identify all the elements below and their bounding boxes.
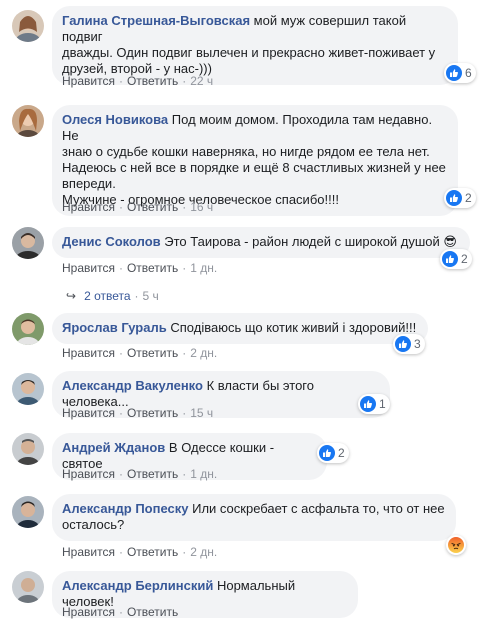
reply-button[interactable]: Ответить <box>127 74 178 88</box>
separator: · <box>182 545 187 559</box>
separator: · <box>182 261 187 275</box>
separator: · <box>182 467 187 481</box>
comment-text: Сподіваюсь що котик живий і здоровий!!! <box>170 320 417 335</box>
view-replies-link[interactable]: ↪ 2 ответа · 5 ч <box>66 289 159 303</box>
comment-actions: Нравится · Ответить · 1 дн. <box>62 467 217 481</box>
comment-bubble: Ярослав Гураль Сподіваюсь що котик живий… <box>52 313 428 344</box>
like-icon <box>360 396 376 412</box>
reaction-count-badge[interactable]: 1 <box>358 394 390 414</box>
comment-text: знаю о судьбе кошки наверняка, но нигде … <box>62 144 430 159</box>
like-icon <box>446 190 462 206</box>
reply-button[interactable]: Ответить <box>127 346 178 360</box>
reaction-count-badge[interactable]: 2 <box>317 443 349 463</box>
like-icon <box>395 336 411 352</box>
comment-text: впереди. <box>62 176 116 191</box>
reply-button[interactable]: Ответить <box>127 605 178 619</box>
reaction-count-badge[interactable]: 3 <box>393 334 425 354</box>
timestamp[interactable]: 1 дн. <box>190 467 217 481</box>
reaction-badge[interactable] <box>446 535 466 555</box>
timestamp[interactable]: 2 дн. <box>190 346 217 360</box>
avatar[interactable] <box>12 433 44 465</box>
author-name[interactable]: Александр Вакуленко <box>62 378 203 393</box>
like-button[interactable]: Нравится <box>62 545 115 559</box>
separator: · <box>118 406 123 420</box>
replies-count[interactable]: 2 ответа <box>84 289 130 303</box>
replies-time: 5 ч <box>142 289 159 303</box>
avatar[interactable] <box>12 10 44 42</box>
separator: · <box>118 74 123 88</box>
comment-actions: Нравится · Ответить · 22 ч <box>62 74 213 88</box>
reaction-count: 2 <box>465 191 472 205</box>
separator: · <box>134 289 139 303</box>
author-name[interactable]: Ярослав Гураль <box>62 320 167 335</box>
comment-actions: Нравится · Ответить · 15 ч <box>62 406 213 420</box>
comment-text: дважды. Один подвиг вылечен и прекрасно … <box>62 45 436 60</box>
separator: · <box>118 261 123 275</box>
comment-actions: Нравится · Ответить · 2 дн. <box>62 545 217 559</box>
avatar[interactable] <box>12 373 44 405</box>
comment-actions: Нравится · Ответить <box>62 605 178 619</box>
like-button[interactable]: Нравится <box>62 467 115 481</box>
comment-bubble: Александр Попеску Или соскребает с асфал… <box>52 494 456 541</box>
separator: · <box>118 346 123 360</box>
reply-button[interactable]: Ответить <box>127 200 178 214</box>
timestamp[interactable]: 16 ч <box>190 200 213 214</box>
reaction-count-badge[interactable]: 6 <box>444 63 476 83</box>
separator: · <box>182 74 187 88</box>
reaction-count-badge[interactable]: 2 <box>444 188 476 208</box>
author-name[interactable]: Олеся Новикова <box>62 112 168 127</box>
comment-text: Надеюсь с ней все в порядке и ещё 8 счас… <box>62 160 446 175</box>
comment-actions: Нравится · Ответить · 16 ч <box>62 200 213 214</box>
like-button[interactable]: Нравится <box>62 406 115 420</box>
separator: · <box>182 200 187 214</box>
author-name[interactable]: Денис Соколов <box>62 234 161 249</box>
like-button[interactable]: Нравится <box>62 346 115 360</box>
reaction-count: 2 <box>461 252 468 266</box>
timestamp[interactable]: 1 дн. <box>190 261 217 275</box>
avatar[interactable] <box>12 313 44 345</box>
like-button[interactable]: Нравится <box>62 261 115 275</box>
like-icon <box>442 251 458 267</box>
reply-arrow-icon: ↪ <box>66 289 77 303</box>
separator: · <box>118 605 123 619</box>
reaction-count: 6 <box>465 66 472 80</box>
separator: · <box>182 346 187 360</box>
avatar[interactable] <box>12 105 44 137</box>
separator: · <box>182 406 187 420</box>
separator: · <box>118 467 123 481</box>
timestamp[interactable]: 2 дн. <box>190 545 217 559</box>
like-button[interactable]: Нравится <box>62 605 115 619</box>
author-name[interactable]: Андрей Жданов <box>62 440 165 455</box>
reply-button[interactable]: Ответить <box>127 261 178 275</box>
separator: · <box>118 545 123 559</box>
reaction-count: 1 <box>379 397 386 411</box>
separator: · <box>118 200 123 214</box>
angry-icon <box>448 537 464 553</box>
like-button[interactable]: Нравится <box>62 200 115 214</box>
avatar[interactable] <box>12 571 44 603</box>
comment-text: Или соскребает с асфальта то, что от нее <box>192 501 445 516</box>
like-icon <box>319 445 335 461</box>
avatar[interactable] <box>12 496 44 528</box>
like-icon <box>446 65 462 81</box>
avatar[interactable] <box>12 227 44 259</box>
comment-actions: Нравится · Ответить · 1 дн. <box>62 261 217 275</box>
comment-actions: Нравится · Ответить · 2 дн. <box>62 346 217 360</box>
reply-button[interactable]: Ответить <box>127 545 178 559</box>
reply-button[interactable]: Ответить <box>127 467 178 481</box>
author-name[interactable]: Александр Попеску <box>62 501 188 516</box>
comment-bubble: Денис Соколов Это Таирова - район людей … <box>52 227 470 258</box>
reaction-count-badge[interactable]: 2 <box>440 249 472 269</box>
timestamp[interactable]: 15 ч <box>190 406 213 420</box>
reply-button[interactable]: Ответить <box>127 406 178 420</box>
reaction-count: 3 <box>414 337 421 351</box>
comment-text: осталось? <box>62 517 125 532</box>
timestamp[interactable]: 22 ч <box>190 74 213 88</box>
author-name[interactable]: Галина Стрешная-Выговская <box>62 13 250 28</box>
like-button[interactable]: Нравится <box>62 74 115 88</box>
reaction-count: 2 <box>338 446 345 460</box>
comment-text: Это Таирова - район людей с широкой душо… <box>164 234 457 249</box>
author-name[interactable]: Александр Берлинский <box>62 578 213 593</box>
